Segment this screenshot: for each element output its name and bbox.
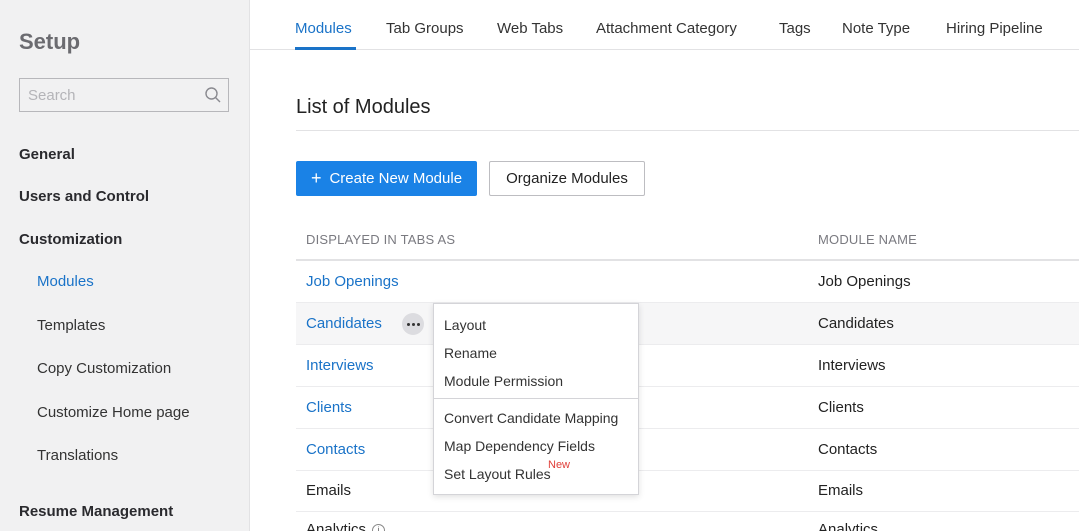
tab-modules[interactable]: Modules [295, 20, 352, 37]
table-row: Candidates Candidates [296, 303, 1079, 345]
sidebar-section-resume-management[interactable]: Resume Management [19, 503, 173, 520]
module-name: Analytics [818, 521, 879, 531]
module-name: Candidates [818, 315, 894, 332]
menu-item-convert-candidate-mapping[interactable]: Convert Candidate Mapping [444, 410, 618, 426]
module-tab-link[interactable]: Job Openings [306, 273, 399, 290]
module-tab-link[interactable]: Clients [306, 399, 352, 416]
sidebar-section-customization[interactable]: Customization [19, 231, 122, 248]
sidebar: Setup General Users and Control Customiz… [0, 0, 250, 531]
tab-tab-groups[interactable]: Tab Groups [386, 20, 464, 37]
module-name: Job Openings [818, 273, 911, 290]
sidebar-item-modules[interactable]: Modules [37, 273, 94, 290]
page-title: List of Modules [296, 96, 431, 118]
tab-bar: Modules Tab Groups Web Tabs Attachment C… [250, 0, 1079, 50]
menu-item-set-layout-rules[interactable]: Set Layout Rules [444, 466, 551, 482]
table-row: Clients Clients [296, 387, 1079, 429]
info-icon[interactable]: i [372, 524, 386, 531]
table-row: Emails Emails [296, 470, 1079, 512]
sidebar-section-general[interactable]: General [19, 146, 75, 163]
create-new-module-button[interactable]: + Create New Module [296, 161, 477, 196]
module-name: Interviews [818, 357, 886, 374]
menu-divider [434, 398, 638, 399]
search-input[interactable] [20, 79, 190, 111]
column-header-module-name: MODULE NAME [818, 232, 917, 247]
module-tab-link[interactable]: Contacts [306, 441, 365, 458]
tab-hiring-pipeline[interactable]: Hiring Pipeline [946, 20, 1043, 37]
divider [296, 130, 1079, 131]
module-tab-link[interactable]: Candidates [306, 315, 382, 332]
menu-item-module-permission[interactable]: Module Permission [444, 373, 563, 389]
organize-modules-button[interactable]: Organize Modules [489, 161, 645, 196]
module-tab-label: Emails [306, 482, 352, 499]
search-box[interactable] [19, 78, 229, 112]
menu-item-rename[interactable]: Rename [444, 345, 497, 361]
sidebar-title: Setup [19, 29, 81, 54]
active-tab-indicator [295, 47, 356, 50]
new-badge: New [548, 459, 571, 471]
table-row: Job Openings Job Openings [296, 261, 1079, 303]
search-icon[interactable] [204, 86, 222, 104]
module-name: Emails [818, 482, 864, 499]
tab-attachment-category[interactable]: Attachment Category [596, 20, 737, 37]
more-options-icon[interactable] [402, 313, 424, 335]
module-name: Contacts [818, 441, 878, 458]
menu-item-map-dependency-fields[interactable]: Map Dependency Fields [444, 438, 595, 454]
module-tab-link[interactable]: Interviews [306, 357, 374, 374]
menu-item-layout[interactable]: Layout [444, 317, 486, 333]
sidebar-item-templates[interactable]: Templates [37, 317, 105, 334]
tab-tags[interactable]: Tags [779, 20, 811, 37]
table-row: Interviews Interviews [296, 345, 1079, 387]
sidebar-item-customize-home[interactable]: Customize Home page [37, 404, 190, 421]
tab-note-type[interactable]: Note Type [842, 20, 910, 37]
module-options-menu: Layout Rename Module Permission Convert … [433, 303, 639, 495]
plus-icon: + [310, 167, 322, 188]
module-name: Clients [818, 399, 864, 416]
module-tab-label: Analytics [306, 521, 367, 531]
column-header-tabs-as: DISPLAYED IN TABS AS [306, 232, 456, 247]
table-row: Contacts Contacts [296, 429, 1079, 471]
create-new-module-label: Create New Module [329, 170, 463, 187]
tab-web-tabs[interactable]: Web Tabs [497, 20, 563, 37]
sidebar-item-copy-customization[interactable]: Copy Customization [37, 360, 171, 377]
table-row: Analytics i Analytics [296, 507, 1079, 531]
sidebar-section-users-control[interactable]: Users and Control [19, 188, 149, 205]
sidebar-item-translations[interactable]: Translations [37, 447, 118, 464]
